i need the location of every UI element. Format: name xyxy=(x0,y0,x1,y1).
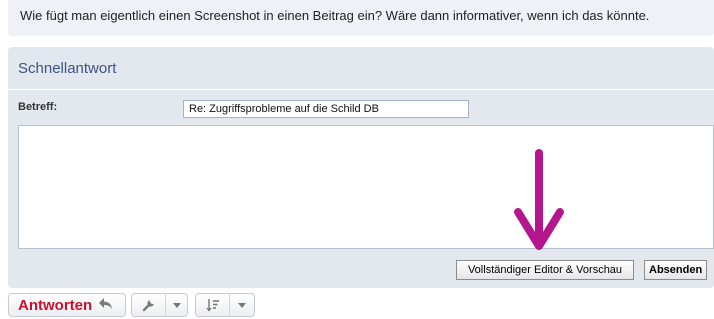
quick-reply-panel: Schnellantwort Betreff: Vollständiger Ed… xyxy=(8,47,714,288)
send-button[interactable]: Absenden xyxy=(644,260,707,280)
subject-label: Betreff: xyxy=(18,101,58,113)
reply-button[interactable]: Antworten xyxy=(8,293,126,317)
divider xyxy=(8,89,714,90)
subject-input[interactable] xyxy=(183,100,469,118)
full-editor-preview-button[interactable]: Vollständiger Editor & Vorschau xyxy=(456,260,634,280)
message-textarea[interactable] xyxy=(18,125,714,249)
chevron-down-icon[interactable] xyxy=(166,294,187,316)
quick-reply-title: Schnellantwort xyxy=(18,60,117,77)
display-mode-button[interactable] xyxy=(195,293,255,317)
post-content: Wie fügt man eigentlich einen Screenshot… xyxy=(8,0,714,36)
sort-order-icon xyxy=(196,294,230,316)
reply-button-label: Antworten xyxy=(18,296,93,314)
post-text: Wie fügt man eigentlich einen Screenshot… xyxy=(20,8,650,23)
reply-arrow-icon xyxy=(98,297,114,314)
wrench-icon xyxy=(132,294,166,316)
annotation-arrow-icon xyxy=(514,149,564,250)
chevron-down-icon[interactable] xyxy=(230,294,254,316)
thread-tools-button[interactable] xyxy=(131,293,188,317)
